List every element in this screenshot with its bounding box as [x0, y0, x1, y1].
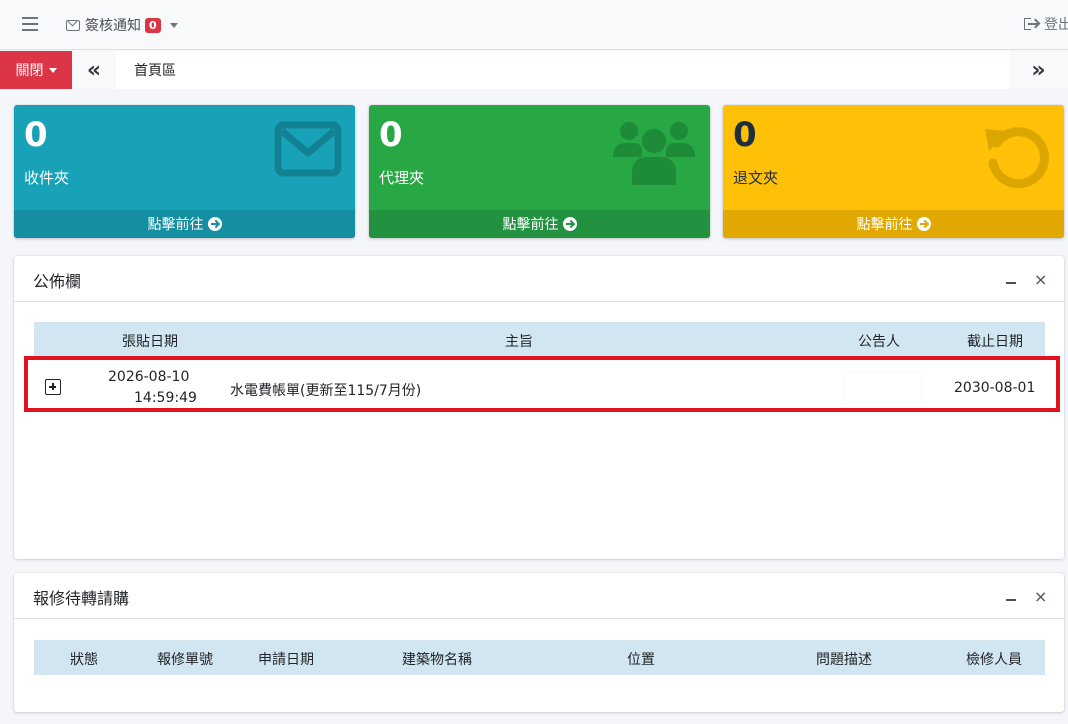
inbox-go-label: 點擊前往: [147, 217, 204, 233]
column-header[interactable]: 報修單號: [157, 649, 213, 669]
column-header[interactable]: 建築物名稱: [402, 649, 472, 669]
bulletin-card: 公佈欄 × 張貼日期 主旨 公告人 截止日期 2026-08-10 14:59:…: [14, 256, 1064, 559]
proxy-go-link[interactable]: 點擊前往: [369, 210, 710, 238]
chevron-down-icon: [169, 22, 178, 28]
envelope-icon: [66, 19, 80, 31]
close-tabs-label: 關閉: [15, 63, 44, 79]
repair-table-header: 狀態 報修單號 申請日期 建築物名稱 位置 問題描述 檢修人員: [34, 640, 1045, 675]
arrow-circle-right-icon: [916, 217, 931, 231]
notification-count-badge: 0: [145, 17, 161, 33]
table-body-area: [34, 415, 1052, 541]
remove-card-button[interactable]: ×: [1034, 587, 1047, 606]
return-box: 0 退文夾 點擊前往: [723, 105, 1064, 238]
repair-title: 報修待轉請購: [33, 589, 130, 608]
column-header[interactable]: 問題描述: [816, 649, 872, 669]
close-tabs-dropdown-button[interactable]: 關閉: [0, 51, 72, 89]
column-header[interactable]: 檢修人員: [966, 649, 1022, 669]
top-navbar: 簽核通知 0 登出: [0, 0, 1068, 50]
arrow-circle-right-icon: [207, 217, 222, 231]
repair-card-header: 報修待轉請購 ×: [14, 573, 1064, 619]
envelope-icon: [274, 121, 342, 177]
inbox-go-link[interactable]: 點擊前往: [14, 210, 355, 238]
return-count: 0: [733, 115, 757, 155]
sign-out-icon: [1024, 18, 1039, 30]
users-icon: [613, 122, 695, 185]
proxy-count: 0: [379, 115, 403, 155]
return-go-link[interactable]: 點擊前往: [723, 210, 1064, 238]
inbox-count: 0: [24, 115, 48, 155]
arrow-circle-right-icon: [562, 217, 577, 231]
inbox-box: 0 收件夾 點擊前往: [14, 105, 355, 238]
hamburger-menu-icon[interactable]: [22, 17, 38, 31]
notification-dropdown[interactable]: 簽核通知 0: [66, 14, 178, 36]
column-header[interactable]: 截止日期: [967, 331, 1023, 351]
column-header[interactable]: 主旨: [505, 331, 533, 351]
column-header[interactable]: 申請日期: [258, 649, 314, 669]
repair-card: 報修待轉請購 × 狀態 報修單號 申請日期 建築物名稱 位置 問題描述 檢修人員: [14, 573, 1064, 712]
logout-label: 登出: [1044, 17, 1068, 33]
proxy-label: 代理夾: [379, 169, 425, 187]
inbox-label: 收件夾: [24, 169, 70, 187]
return-label: 退文夾: [733, 169, 779, 187]
bulletin-table-header: 張貼日期 主旨 公告人 截止日期: [34, 322, 1045, 357]
undo-icon: [985, 127, 1049, 189]
bulletin-card-header: 公佈欄 ×: [14, 256, 1064, 302]
column-header[interactable]: 位置: [627, 649, 655, 669]
highlight-box: [24, 356, 1060, 412]
collapse-button[interactable]: [1006, 599, 1016, 601]
column-header[interactable]: 狀態: [70, 649, 98, 669]
return-go-label: 點擊前往: [856, 217, 913, 233]
bulletin-title: 公佈欄: [33, 272, 82, 291]
remove-card-button[interactable]: ×: [1034, 270, 1047, 289]
tab-bar: 關閉 « 首頁區 »: [0, 51, 1068, 89]
proxy-go-label: 點擊前往: [502, 217, 559, 233]
collapse-button[interactable]: [1006, 282, 1016, 284]
chevron-down-icon: [48, 67, 57, 73]
notification-label: 簽核通知: [85, 18, 141, 34]
proxy-box: 0 代理夾 點擊前往: [369, 105, 710, 238]
column-header[interactable]: 公告人: [858, 331, 900, 351]
tab-scroll-right-button[interactable]: »: [1009, 51, 1068, 89]
logout-button[interactable]: 登出: [1024, 14, 1068, 34]
tab-scroll-left-button[interactable]: «: [72, 51, 116, 89]
tab-home[interactable]: 首頁區: [117, 51, 193, 89]
column-header[interactable]: 張貼日期: [122, 331, 178, 351]
